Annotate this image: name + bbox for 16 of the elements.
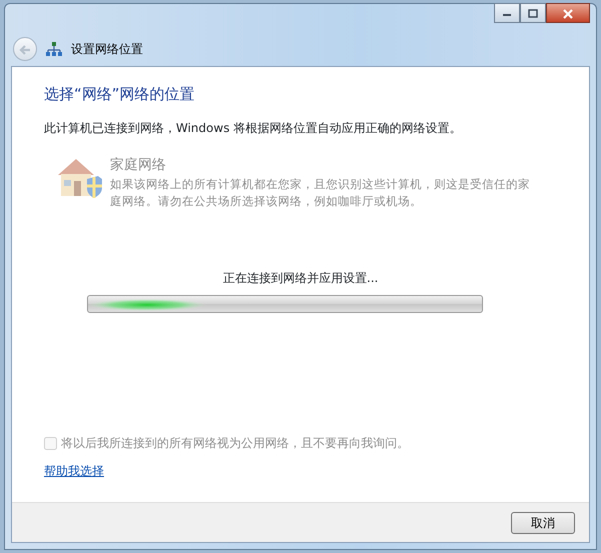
network-icon xyxy=(45,41,63,57)
page-heading: 选择“网络”网络的位置 xyxy=(44,85,196,103)
cancel-button[interactable]: 取消 xyxy=(511,512,575,534)
help-link[interactable]: 帮助我选择 xyxy=(44,462,104,480)
window-title: 设置网络位置 xyxy=(71,41,143,58)
back-arrow-icon xyxy=(18,44,32,56)
maximize-icon xyxy=(528,9,538,18)
progress-label: 正在连接到网络并应用设置... xyxy=(222,270,380,286)
option-title: 家庭网络 xyxy=(110,156,167,175)
intro-text: 此计算机已连接到网络，Windows 将根据网络位置自动应用正确的网络设置。 xyxy=(44,120,462,137)
close-button[interactable] xyxy=(546,3,590,23)
checkbox-label: 将以后我所连接到的所有网络视为公用网络，且不要再向我询问。 xyxy=(61,435,409,452)
maximize-button[interactable] xyxy=(520,3,546,23)
minimize-button[interactable] xyxy=(494,3,520,23)
option-description: 如果该网络上的所有计算机都在您家，且您识别这些计算机，则这是受信任的家庭网络。请勿在公共场所选择该网络，例如咖啡厅或机场。 xyxy=(110,176,530,210)
close-icon xyxy=(562,8,574,19)
